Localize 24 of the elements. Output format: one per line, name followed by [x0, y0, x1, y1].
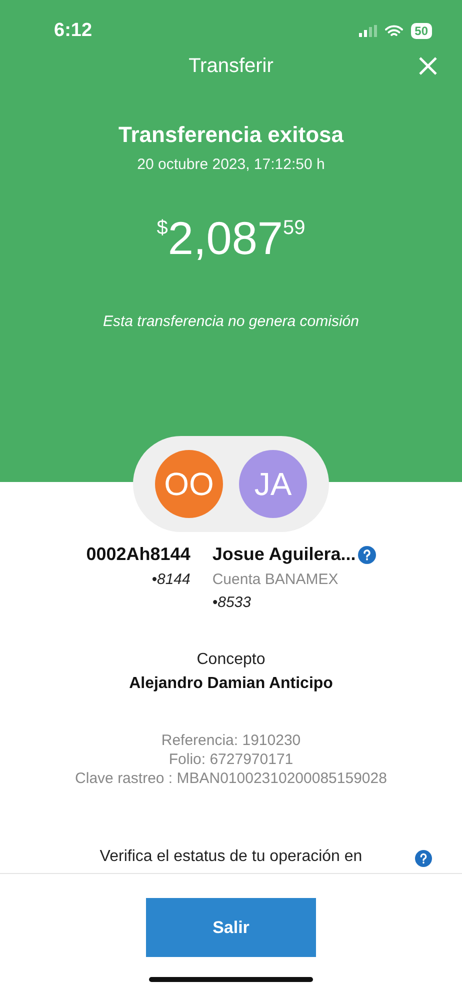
signal-icon: [358, 25, 377, 37]
status-time: 6:12: [54, 20, 92, 42]
account-number: •8144: [152, 571, 190, 588]
account-number: •8533: [212, 594, 251, 611]
party-name: Josue Aguilera...: [212, 544, 356, 565]
screen-title: Transferir: [188, 54, 274, 78]
help-icon[interactable]: [358, 546, 376, 564]
transfer-date: 20 octubre 2023, 17:12:50 h: [137, 156, 325, 173]
concept-label: Concepto: [196, 651, 266, 669]
exit-button[interactable]: Salir: [146, 898, 316, 957]
wifi-icon: [384, 24, 403, 38]
commission-note: Esta transferencia no genera comisión: [103, 313, 359, 330]
detail-line: Referencia: 1910230: [161, 731, 301, 750]
detail-line: Clave rastreo : MBAN01002310200085159028: [75, 769, 387, 788]
detail-line: Folio: 6727970171: [168, 750, 294, 769]
battery-indicator: 50: [410, 23, 432, 39]
party-name: 0002Ah8144: [86, 544, 190, 565]
initials-avatar: JA: [239, 450, 307, 518]
concept-value: Alejandro Damian Anticipo: [129, 675, 333, 693]
help-icon[interactable]: [415, 850, 432, 867]
initials-avatar: OO: [155, 450, 223, 518]
verify-text: Verifica el estatus de tu operación en: [100, 848, 362, 866]
bank-name: Cuenta BANAMEX: [212, 571, 338, 588]
success-title: Transferencia exitosa: [118, 122, 344, 148]
